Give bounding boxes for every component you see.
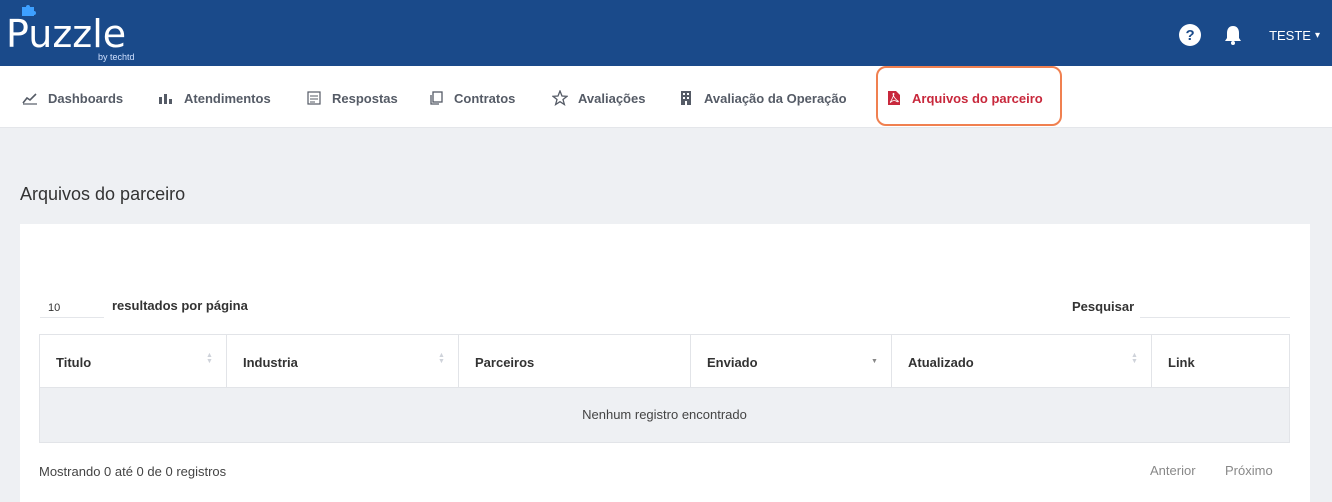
page-length-select[interactable]: 10 [40,298,104,318]
chart-line-icon [22,90,38,106]
user-name: TESTE [1269,27,1311,43]
header-actions: ? TESTE ▾ [1179,20,1320,50]
bar-chart-icon [158,90,174,106]
active-tab-highlight [876,66,1062,126]
search-label: Pesquisar [1072,299,1135,314]
help-icon[interactable]: ? [1179,24,1202,46]
column-header-atualizado[interactable]: Atualizado ▲ ▼ [892,335,1152,388]
search-input[interactable] [1140,298,1290,318]
brand-name: Puzzle [6,12,127,56]
nav-label: Atendimentos [184,90,271,106]
copy-icon [428,90,444,106]
page-length-label: resultados por página [112,298,248,313]
nav-item-avaliacao-operacao[interactable]: Avaliação da Operação [678,88,847,108]
nav-label: Dashboards [48,90,124,106]
brand-logo[interactable]: Puzzle by techtd [6,2,146,64]
nav-item-contratos[interactable]: Contratos [428,88,515,108]
page-title: Arquivos do parceiro [20,184,186,204]
nav-label: Respostas [332,90,398,106]
nav-item-avaliacoes[interactable]: Avaliações [552,88,645,108]
nav-item-dashboards[interactable]: Dashboards [22,88,123,108]
chevron-down-icon: ▾ [1314,29,1320,41]
table-info: Mostrando 0 até 0 de 0 registros [39,464,227,479]
nav-label: Avaliação da Operação [704,90,847,106]
sort-icon: ▲ ▼ [1131,352,1138,365]
nav-label: Contratos [454,90,516,106]
table-header-row: Titulo ▲ ▼ Industria ▲ ▼ Parceiros Enviado… [40,335,1289,388]
nav-item-atendimentos[interactable]: Atendimentos [158,88,271,108]
column-header-parceiros: Parceiros [459,335,691,388]
top-header: Puzzle by techtd ? TESTE ▾ [0,0,1332,66]
pagination-next[interactable]: Próximo [1225,463,1273,479]
pagination-previous[interactable]: Anterior [1150,463,1196,479]
user-menu[interactable]: TESTE ▾ [1269,28,1320,43]
column-header-industria[interactable]: Industria ▲ ▼ [227,335,459,388]
column-header-enviado[interactable]: Enviado ▼ [691,335,892,388]
star-icon [552,90,568,106]
column-header-titulo[interactable]: Titulo ▲ ▼ [40,335,227,388]
empty-table-message: Nenhum registro encontrado [40,388,1289,442]
sort-icon: ▲ ▼ [206,352,213,365]
brand-tagline: by techtd [98,52,135,62]
column-header-link: Link [1168,355,1195,370]
main-nav: Dashboards Atendimentos Respostas Contra… [0,66,1332,128]
sort-icon: ▲ ▼ [438,352,445,365]
nav-item-respostas[interactable]: Respostas [306,88,398,108]
nav-label: Avaliações [578,90,646,106]
bell-icon[interactable] [1221,23,1245,47]
sort-desc-icon: ▼ [871,358,878,365]
files-table: Titulo ▲ ▼ Industria ▲ ▼ Parceiros Enviado… [39,334,1290,443]
building-icon [678,90,694,106]
form-icon [306,90,322,106]
